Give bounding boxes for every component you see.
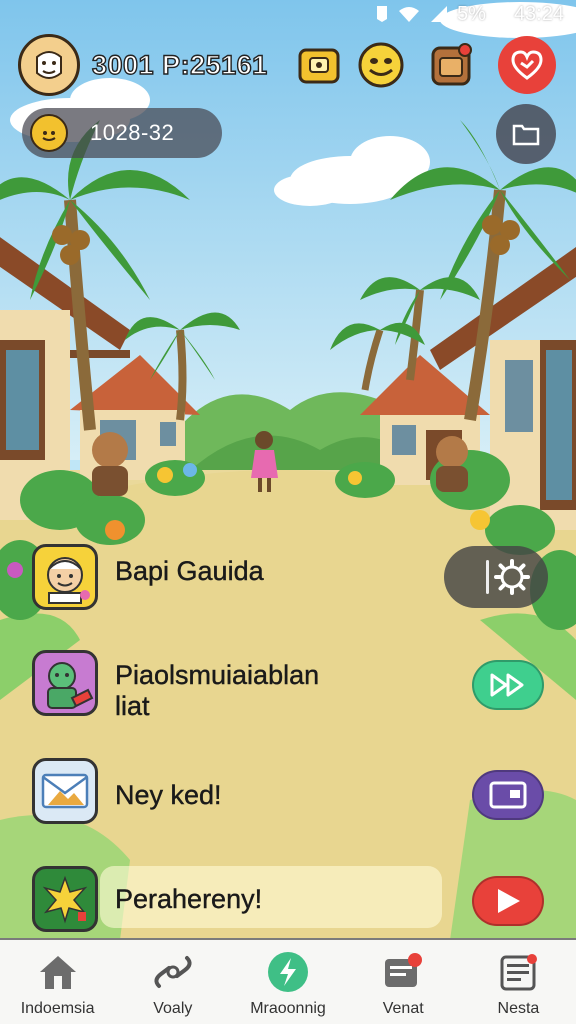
nav-home[interactable]: Indoemsia: [0, 940, 115, 1024]
backpack-icon: [431, 43, 472, 86]
player-face-icon: [36, 51, 62, 79]
score-text: 3001 P:25161: [91, 49, 268, 80]
resource-value: 1028-32: [90, 120, 175, 145]
settings-button[interactable]: [444, 546, 548, 608]
status-bar: 5% 43:24: [375, 0, 576, 28]
card-button[interactable]: [472, 770, 544, 820]
home-icon: [35, 950, 81, 994]
notification-icon: [375, 5, 389, 23]
bottom-navigation: Indoemsia Voaly Mraoonnig Venat Nesta: [0, 938, 576, 1024]
folder-button[interactable]: [496, 104, 556, 164]
notification-alert-button[interactable]: [498, 36, 556, 94]
signal-icon: [429, 5, 449, 23]
fast-forward-icon: [490, 673, 524, 697]
grandpa-face-icon: [47, 557, 90, 604]
nav-news-label: Nesta: [497, 1000, 540, 1017]
backpack-button[interactable]: [424, 38, 478, 92]
zombie-card-icon: [47, 662, 94, 709]
emoji-button[interactable]: [354, 38, 408, 92]
envelope-icon: [41, 773, 89, 809]
heart-alert-icon: [511, 50, 543, 80]
treasure-chest-icon: [298, 48, 340, 84]
smiley-icon: [358, 42, 404, 88]
nav-messages-label: Venat: [382, 1000, 424, 1017]
treasure-chest-button[interactable]: [292, 38, 346, 92]
row-1-icon: [32, 544, 98, 610]
clock: 43:24: [513, 2, 564, 25]
message-icon: [380, 950, 426, 994]
resource-pill[interactable]: 1028-32: [22, 108, 222, 158]
row-2-label: Piaolsmuiaiablan liat: [115, 660, 320, 721]
news-icon: [495, 950, 541, 994]
nav-power[interactable]: Mraoonnig: [230, 940, 345, 1024]
row-4-label: Perahereny!: [115, 884, 263, 914]
divider: [486, 560, 489, 594]
coin-icon: [30, 114, 68, 152]
row-2-icon: [32, 650, 98, 716]
star-burst-icon: [42, 875, 88, 924]
folder-icon: [512, 124, 540, 146]
row-4-icon: [32, 866, 98, 932]
wifi-icon: [397, 5, 421, 23]
play-icon: [498, 889, 520, 913]
battery-icon: [494, 4, 506, 24]
nav-messages[interactable]: Venat: [346, 940, 461, 1024]
row-3-label: Ney ked!: [115, 780, 222, 810]
nav-news[interactable]: Nesta: [461, 940, 576, 1024]
lightning-icon: [265, 950, 311, 994]
row-1-label: Bapi Gauida: [115, 556, 264, 586]
nav-links[interactable]: Voaly: [115, 940, 230, 1024]
nav-power-label: Mraoonnig: [250, 1000, 326, 1017]
battery-percent: 5%: [457, 2, 486, 25]
gear-icon: [494, 559, 530, 595]
play-button[interactable]: [472, 876, 544, 926]
player-avatar[interactable]: [18, 34, 80, 96]
nav-links-label: Voaly: [153, 1000, 193, 1017]
nav-home-label: Indoemsia: [20, 1000, 95, 1017]
card-icon: [489, 781, 527, 809]
fast-forward-button[interactable]: [472, 660, 544, 710]
row-3-icon: [32, 758, 98, 824]
link-icon: [150, 950, 196, 994]
